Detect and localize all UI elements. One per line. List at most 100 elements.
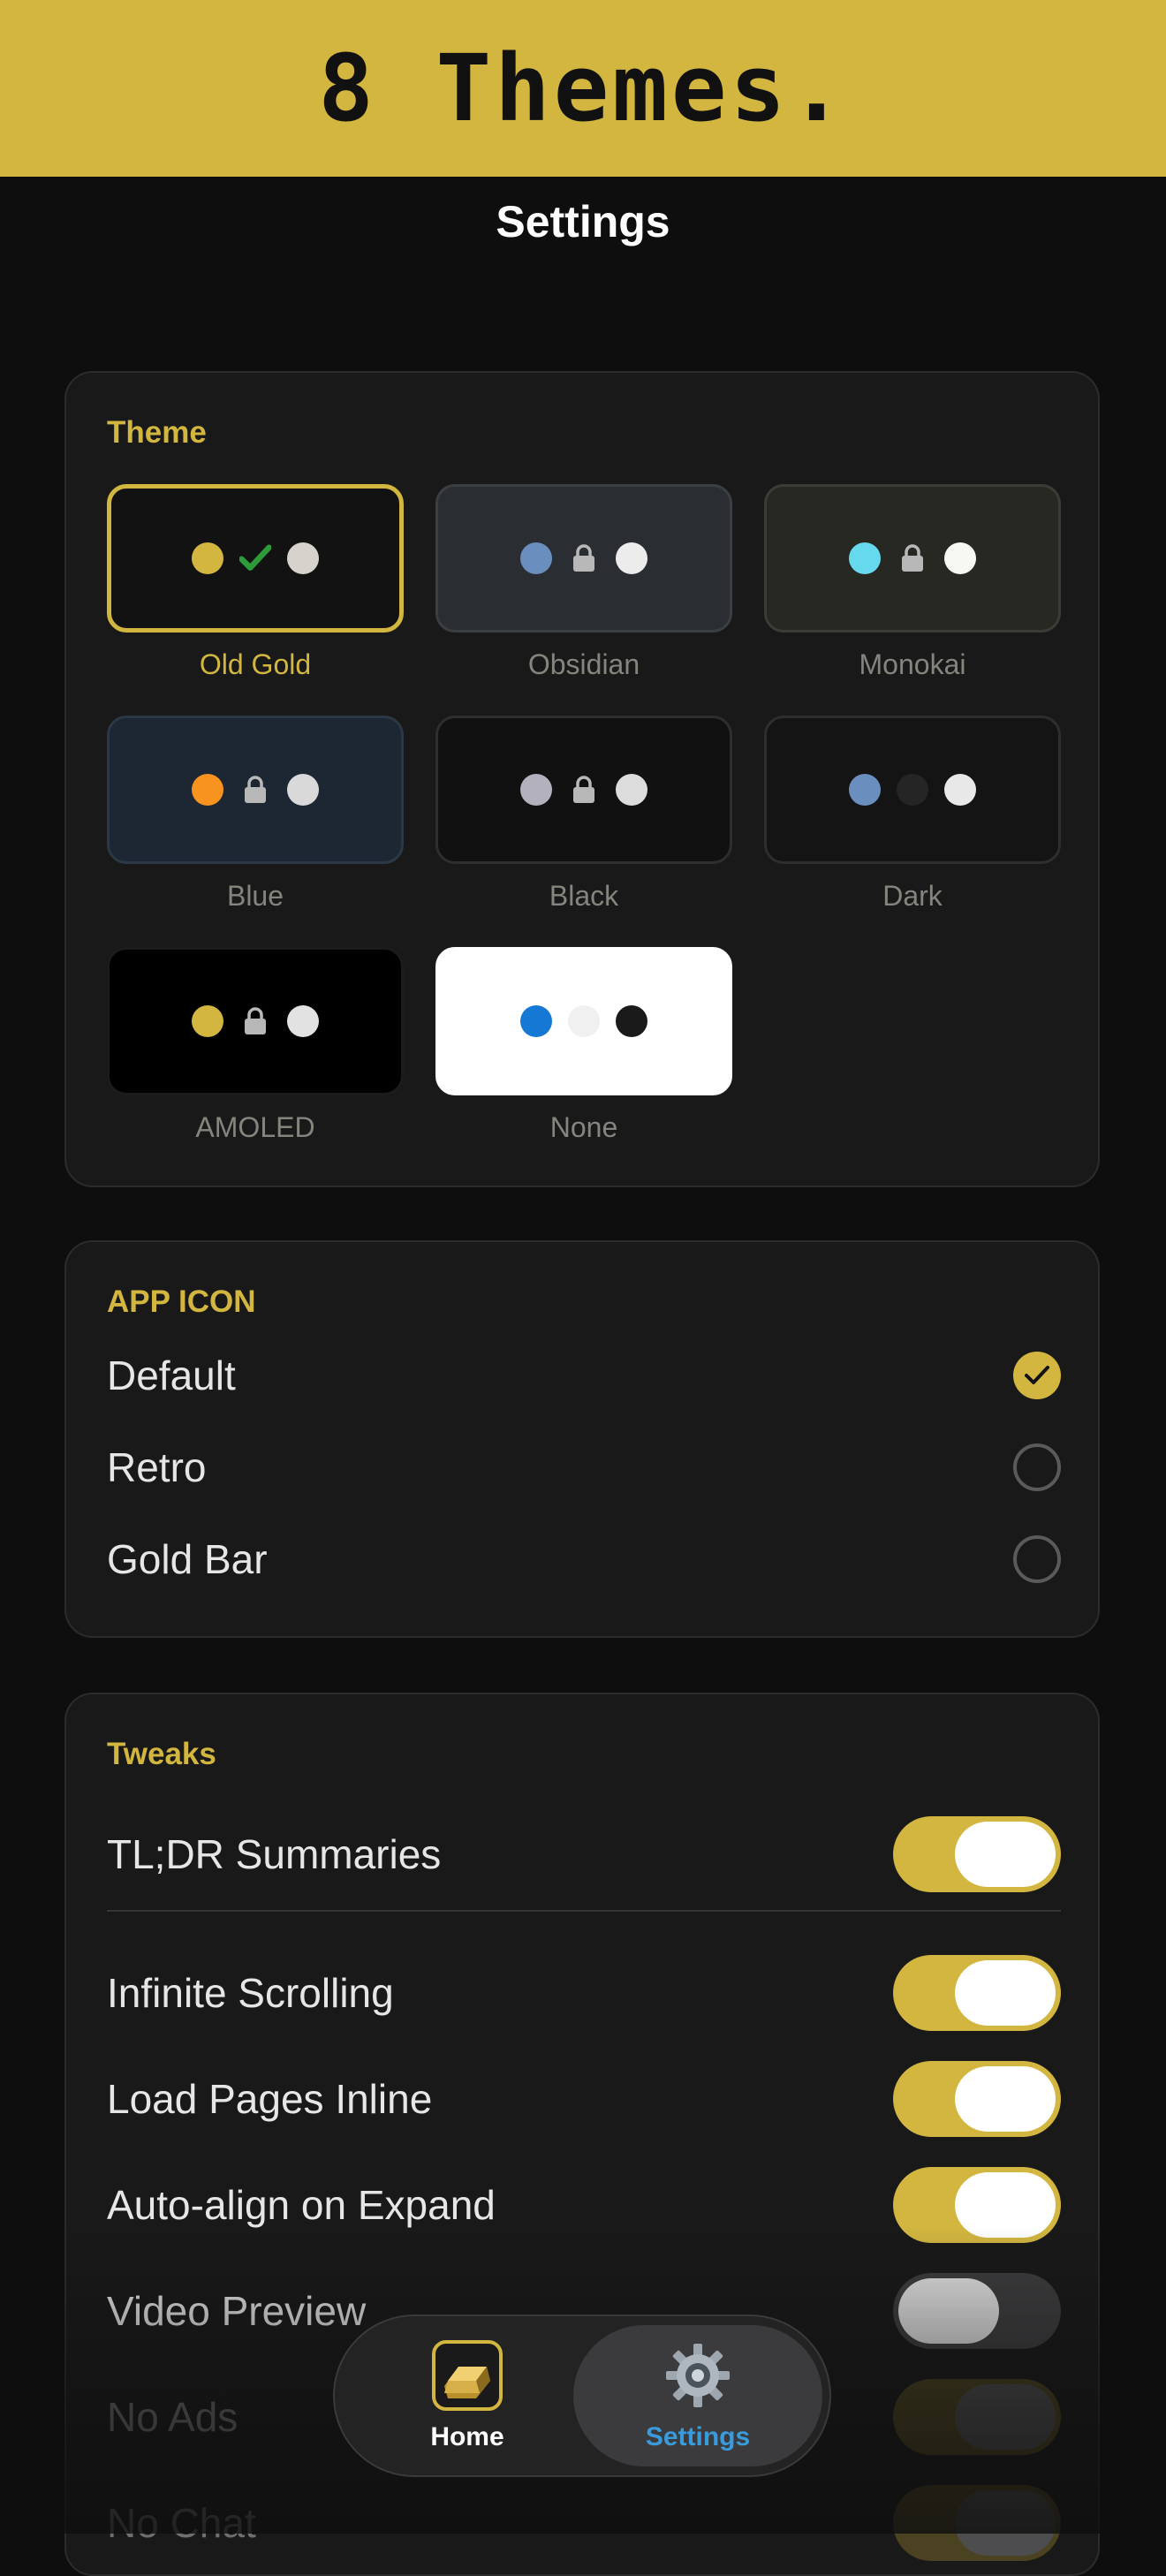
promo-banner: 8 Themes.	[0, 0, 1166, 177]
theme-option-amoled[interactable]: AMOLED	[107, 947, 404, 1144]
theme-swatch[interactable]	[435, 947, 732, 1095]
tweak-label: No Chat	[107, 2500, 256, 2546]
lock-icon	[568, 542, 600, 574]
theme-option-black[interactable]: Black	[435, 716, 732, 913]
gold-bar-icon	[432, 2339, 503, 2415]
option-label: Default	[107, 1352, 236, 1398]
app-icon-option-retro[interactable]: Retro	[107, 1428, 1061, 1507]
theme-option-obsidian[interactable]: Obsidian	[435, 484, 732, 681]
section-label-app-icon: APP ICON	[107, 1284, 256, 1319]
tweak-auto-align-on-expand[interactable]: Auto-align on Expand	[107, 2158, 1061, 2252]
page-title: Settings	[496, 197, 670, 246]
theme-swatch[interactable]	[435, 716, 732, 864]
lock-icon	[897, 542, 928, 574]
theme-name: Blue	[226, 880, 284, 912]
tab-label: Home	[430, 2421, 504, 2451]
tweak-label: TL;DR Summaries	[107, 1831, 442, 1877]
tab-home[interactable]: Home	[352, 2325, 582, 2466]
color-dot	[616, 1005, 647, 1037]
color-dot	[287, 774, 319, 806]
tab-label: Settings	[645, 2421, 751, 2451]
toggle-knob	[955, 2172, 1056, 2238]
tweak-infinite-scrolling[interactable]: Infinite Scrolling	[107, 1946, 1061, 2040]
lock-icon	[568, 774, 600, 806]
tweak-tldr-summaries[interactable]: TL;DR Summaries	[107, 1807, 1061, 1901]
theme-name: Obsidian	[527, 648, 640, 680]
option-label: Gold Bar	[107, 1536, 268, 1582]
color-dot	[287, 1005, 319, 1037]
lock-icon	[239, 774, 271, 806]
toggle-knob	[955, 2384, 1056, 2450]
theme-option-blue[interactable]: Blue	[107, 716, 404, 913]
gear-icon	[662, 2340, 733, 2415]
toggle-knob	[955, 2066, 1056, 2132]
theme-swatch[interactable]	[764, 716, 1061, 864]
theme-card: Theme Old Gold Obsidian Monokai Blue Bla…	[64, 371, 1100, 1187]
toggle-switch[interactable]	[893, 2485, 1061, 2561]
tab-bar: Home Settings	[333, 2315, 831, 2477]
tweak-load-pages-inline[interactable]: Load Pages Inline	[107, 2052, 1061, 2146]
color-dot	[944, 542, 976, 574]
tweak-label: Load Pages Inline	[107, 2076, 433, 2122]
radio-unchecked[interactable]	[1013, 1535, 1061, 1583]
color-dot	[520, 774, 552, 806]
divider	[107, 1910, 1061, 1912]
app-icon-card: APP ICON Default Retro Gold Bar	[64, 1240, 1100, 1638]
radio-checked[interactable]	[1013, 1352, 1061, 1399]
color-dot	[192, 542, 223, 574]
toggle-switch[interactable]	[893, 2061, 1061, 2137]
theme-swatch[interactable]	[107, 484, 404, 633]
lock-icon	[239, 1005, 271, 1037]
color-dot	[192, 774, 223, 806]
toggle-knob	[955, 1960, 1056, 2026]
toggle-knob	[955, 2490, 1056, 2556]
toggle-switch[interactable]	[893, 1816, 1061, 1892]
theme-name: None	[549, 1111, 618, 1143]
theme-swatch[interactable]	[435, 484, 732, 633]
app-icon-option-default[interactable]: Default	[107, 1336, 1061, 1415]
color-dot	[520, 1005, 552, 1037]
toggle-knob	[898, 2278, 999, 2344]
theme-swatch[interactable]	[107, 947, 404, 1095]
theme-name: AMOLED	[195, 1111, 315, 1143]
color-dot	[287, 542, 319, 574]
color-dot	[944, 774, 976, 806]
color-dot	[192, 1005, 223, 1037]
tweak-label: Infinite Scrolling	[107, 1970, 394, 2016]
toggle-switch[interactable]	[893, 1955, 1061, 2031]
option-label: Retro	[107, 1444, 207, 1490]
theme-option-old-gold[interactable]: Old Gold	[107, 484, 404, 681]
app-icon-option-gold-bar[interactable]: Gold Bar	[107, 1519, 1061, 1599]
section-label-theme: Theme	[107, 415, 207, 450]
tweak-no-chat[interactable]: No Chat	[107, 2476, 1061, 2570]
toggle-knob	[955, 1822, 1056, 1887]
color-dot	[568, 1005, 600, 1037]
theme-name: Monokai	[859, 648, 966, 680]
color-dot	[897, 774, 928, 806]
color-dot	[849, 774, 881, 806]
theme-name: Old Gold	[199, 648, 312, 680]
color-dot	[616, 542, 647, 574]
theme-option-monokai[interactable]: Monokai	[764, 484, 1061, 681]
checkmark-icon	[1025, 1366, 1049, 1384]
theme-option-none[interactable]: None	[435, 947, 732, 1144]
theme-name: Black	[549, 880, 619, 912]
tab-settings[interactable]: Settings	[573, 2325, 822, 2466]
color-dot	[616, 774, 647, 806]
theme-name: Dark	[882, 880, 943, 912]
color-dot	[520, 542, 552, 574]
radio-unchecked[interactable]	[1013, 1443, 1061, 1491]
toggle-switch[interactable]	[893, 2167, 1061, 2243]
tweak-label: Video Preview	[107, 2288, 367, 2334]
toggle-switch[interactable]	[893, 2273, 1061, 2349]
color-dot	[849, 542, 881, 574]
tweak-label: Auto-align on Expand	[107, 2182, 496, 2228]
section-label-tweaks: Tweaks	[107, 1737, 216, 1771]
theme-swatch[interactable]	[764, 484, 1061, 633]
theme-option-dark[interactable]: Dark	[764, 716, 1061, 913]
check-icon	[239, 542, 271, 574]
theme-swatch[interactable]	[107, 716, 404, 864]
tweak-label: No Ads	[107, 2394, 238, 2440]
toggle-switch[interactable]	[893, 2379, 1061, 2455]
banner-text: 8 Themes.	[318, 34, 848, 142]
